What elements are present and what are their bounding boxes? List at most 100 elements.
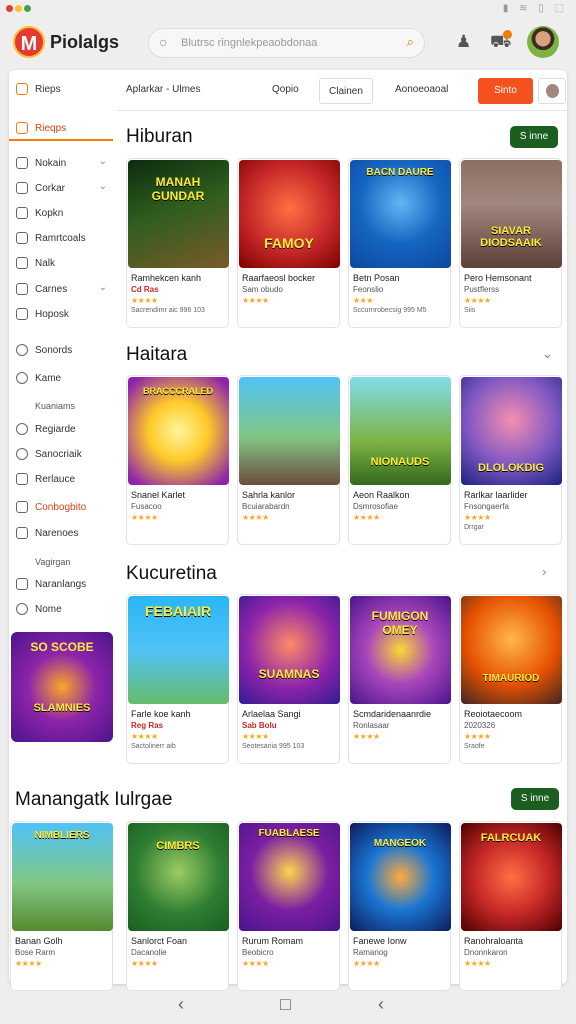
chevron-down-icon[interactable]: ⌄ xyxy=(542,346,553,362)
home-icon[interactable]: □ xyxy=(280,994,291,1015)
app-name: Snanel Karlet xyxy=(131,490,186,500)
search-input[interactable]: ○ Blutrsc ringnlekpeaobdonaa ⌕ xyxy=(148,28,425,58)
sidebar-item-label: Kame xyxy=(35,373,62,384)
tab-apps[interactable]: Aplarkar - Ulmes xyxy=(126,84,200,95)
chevron-down-icon[interactable]: ⌄ xyxy=(99,282,107,293)
app-card[interactable]: FALRCUAK Ranohraloanta Dnonnkaron ★★★★ xyxy=(459,821,562,991)
divider xyxy=(117,110,567,111)
system-nav-bar: ‹ □ ‹ xyxy=(0,988,576,1024)
app-art-title: MANGEOK xyxy=(373,838,427,849)
app-card[interactable]: DLOLOKDIG Rarlkar laarlider Fnsongaerfa … xyxy=(459,375,562,545)
sidebar-item-11[interactable]: Sanocriaik xyxy=(9,445,113,467)
sidebar-item-3[interactable]: Kopkn xyxy=(9,204,113,226)
sidebar-item-5[interactable]: Nalk xyxy=(9,254,113,276)
app-card[interactable]: BACN DAURE Betn Posan Feonslio ★★★ Sccur… xyxy=(348,158,451,328)
app-name: Scmdaridenaanrdie xyxy=(353,709,432,719)
app-name: Betn Posan xyxy=(353,273,400,283)
app-art-title: FUABLAESE xyxy=(258,828,320,839)
app-card[interactable]: FUABLAESE Rurum Romam Beobicro ★★★★ xyxy=(237,821,340,991)
status-icons: ▮ ≋ ▯ ⬚ xyxy=(502,3,568,14)
tab-bar: Aplarkar - Ulmes Qopio Clainen Aonoeoaoa… xyxy=(126,77,566,105)
sidebar-item-label: Nalk xyxy=(35,258,56,269)
app-card[interactable]: NIMBLIERS Banan Golh Bose Rarm ★★★★ xyxy=(10,821,113,991)
sidebar-item-label: Hoposk xyxy=(35,309,69,320)
sidebar-item-label: Ramrtcoals xyxy=(35,233,86,244)
avatar[interactable] xyxy=(527,26,559,58)
app-card[interactable]: FAMOY Raarfaeosl bocker Sam obudo ★★★★ xyxy=(237,158,340,328)
chevron-down-icon[interactable]: ⌄ xyxy=(99,156,107,167)
chat-icon xyxy=(16,578,28,590)
see-more-button[interactable]: S inne xyxy=(511,788,559,810)
app-card[interactable]: MANGEOK Fanewe Ionw Ramanog ★★★★ xyxy=(348,821,451,991)
sidebar-item-7[interactable]: Hoposk xyxy=(9,305,113,327)
sidebar-item-9[interactable]: Kame xyxy=(9,369,113,391)
sidebar-item-12[interactable]: Rerlauce xyxy=(9,470,113,492)
app-card[interactable]: BRACCCRALED Snanel Karlet Fusacoo ★★★★ xyxy=(126,375,229,545)
rating-stars: ★★★★ xyxy=(353,513,380,522)
sidebar-sub-item[interactable]: Kuaniams xyxy=(35,401,75,411)
rating-stars: ★★★★ xyxy=(464,732,491,741)
book-icon xyxy=(16,257,28,269)
sidebar-item-14[interactable]: Narenoes xyxy=(9,524,113,546)
app-price: Reg Ras xyxy=(131,721,164,730)
sidebar-item-6[interactable]: Carnes ⌄ xyxy=(9,280,113,302)
chevron-down-icon[interactable]: ⌄ xyxy=(99,181,107,192)
app-meta: Sraofe xyxy=(464,743,485,750)
app-card[interactable]: Sahrla kanlor Bcuiarabardn ★★★★ xyxy=(237,375,340,545)
sidebar-item-label: Nome xyxy=(35,604,62,615)
sidebar-item-10[interactable]: Regiarde xyxy=(9,420,113,442)
app-card[interactable]: SIAVAR DIODSAAIK Pero Hemsonant Pustfler… xyxy=(459,158,562,328)
rating-stars: ★★★ xyxy=(353,296,374,305)
chevron-right-icon[interactable]: › xyxy=(542,564,546,579)
rating-stars: ★★★★ xyxy=(131,959,158,968)
app-card[interactable]: MANAH GUNDAR Ramhekcen kanh Cd Ras ★★★★ … xyxy=(126,158,229,328)
cta-button[interactable]: Sinto xyxy=(478,78,533,104)
app-card[interactable]: SUAMNAS Arlaelaa Sangi Sab Bolu ★★★★ Seo… xyxy=(237,594,340,764)
notification-icon[interactable]: ♟ xyxy=(456,32,471,52)
back-icon[interactable]: ‹ xyxy=(178,994,184,1015)
sidebar-item-1[interactable]: Nokain ⌄ xyxy=(9,154,113,176)
app-card[interactable]: FUMIGON OMEY Scmdaridenaanrdie Ronlasaar… xyxy=(348,594,451,764)
rating-stars: ★★★★ xyxy=(464,959,491,968)
see-more-button[interactable]: S inne xyxy=(510,126,558,148)
sidebar-item-8[interactable]: Sonords xyxy=(9,341,113,363)
sidebar-item-2[interactable]: Corkar ⌄ xyxy=(9,179,113,201)
sidebar-item-apps[interactable]: Rieqps xyxy=(9,119,113,141)
folder-icon xyxy=(16,527,28,539)
search-submit-icon[interactable]: ⌕ xyxy=(407,34,414,50)
sidebar-item-16[interactable]: Nome xyxy=(9,600,113,622)
brand-name: Piolalgs xyxy=(50,32,120,52)
sidebar: Rieps Rieqps Nokain ⌄ Corkar ⌄ Kopkn Ramrt… xyxy=(9,70,117,820)
app-name: Reoiotaecoom xyxy=(464,709,523,719)
app-art-title: MANAH GUNDAR xyxy=(151,175,205,203)
app-card[interactable]: TIMAURIOD Reoiotaecoom 2020326 ★★★★ Srao… xyxy=(459,594,562,764)
recents-icon[interactable]: ‹ xyxy=(378,994,384,1015)
app-card[interactable]: FEBAIAIR Farle koe kanh Reg Ras ★★★★ Sac… xyxy=(126,594,229,764)
app-art-title: FAMOY xyxy=(264,235,314,251)
rating-stars: ★★★★ xyxy=(353,732,380,741)
app-subtitle: Ronlasaar xyxy=(353,721,390,730)
tab-top[interactable]: Qopio xyxy=(272,84,299,95)
app-logo[interactable]: M xyxy=(13,26,45,58)
tab-recommended[interactable]: Aonoeoaoal xyxy=(395,84,448,95)
tab-avatar[interactable] xyxy=(538,78,566,104)
app-card[interactable]: NIONAUDS Aeon Raalkon Dsmrosofiae ★★★★ xyxy=(348,375,451,545)
sidebar-item-15[interactable]: Naranlangs xyxy=(9,575,113,597)
app-name: Sanlorct Foan xyxy=(131,936,188,946)
sidebar-item-label: Rerlauce xyxy=(35,474,76,485)
sidebar-item-13[interactable]: Conbogbito xyxy=(9,498,113,520)
app-thumbnail xyxy=(239,377,340,485)
list-icon xyxy=(16,207,28,219)
sidebar-item-4[interactable]: Ramrtcoals xyxy=(9,229,113,251)
tab-new[interactable]: Clainen xyxy=(319,78,373,104)
sidebar-item-home[interactable]: Rieps xyxy=(9,80,113,102)
sidebar-sub-item[interactable]: Vagirgan xyxy=(35,557,70,567)
app-subtitle: Sam obudo xyxy=(242,285,283,294)
app-thumbnail xyxy=(350,377,451,485)
rating-stars: ★★★★ xyxy=(242,959,269,968)
sidebar-item-label: Carnes xyxy=(35,284,68,295)
app-art-title: CIMBRS xyxy=(156,840,200,852)
app-art-title: FUMIGON OMEY xyxy=(371,609,429,637)
promo-banner[interactable]: SO SCOBE SLAMNIES xyxy=(11,632,113,742)
app-card[interactable]: CIMBRS Sanlorct Foan Dacanolie ★★★★ xyxy=(126,821,229,991)
